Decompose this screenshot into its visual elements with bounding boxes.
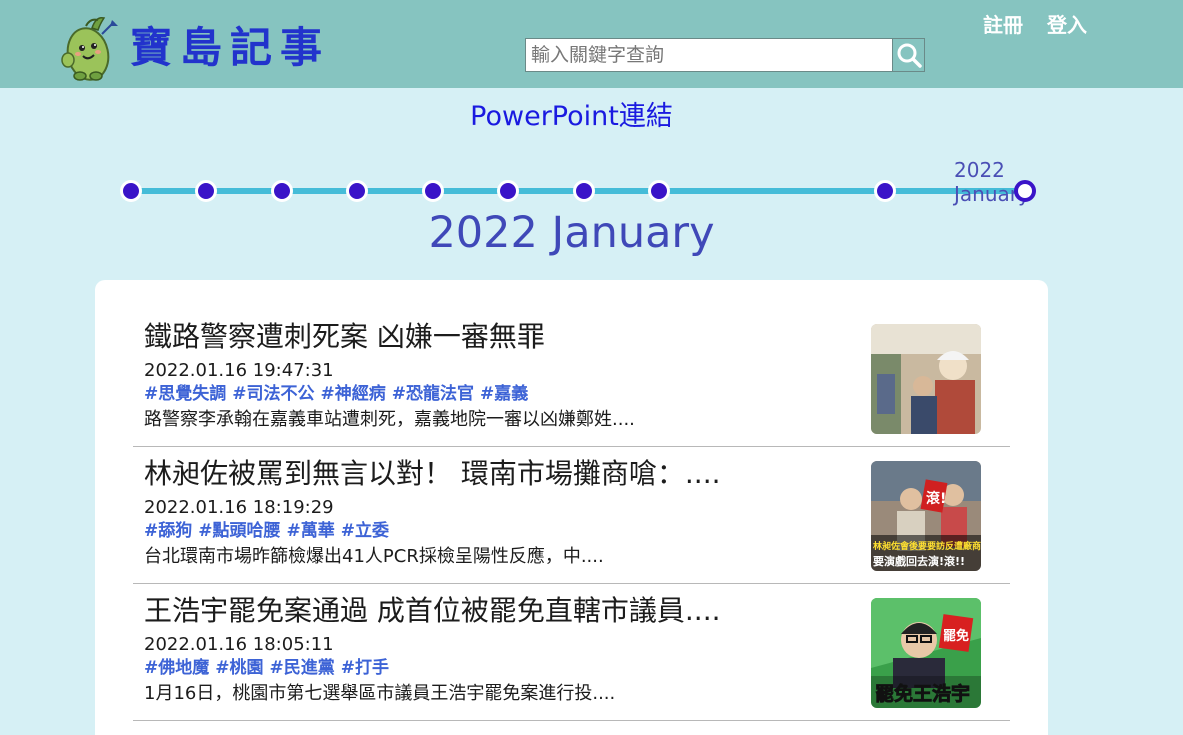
article-excerpt: 台北環南市場昨篩檢爆出41人PCR採檢呈陽性反應，中.... (144, 546, 604, 567)
article-title[interactable]: 王浩宇罷免案通過 成首位被罷免直轄市議員.... (144, 592, 721, 630)
thumb-caption-text: 林昶佐會後要要訪反遭廠商嗆: (873, 540, 981, 552)
timeline-dot[interactable] (422, 180, 444, 202)
timeline-dot[interactable] (874, 180, 896, 202)
register-link[interactable]: 註冊 (983, 10, 1023, 40)
timeline-dot[interactable] (648, 180, 670, 202)
search-button[interactable] (892, 39, 924, 71)
article-thumbnail[interactable]: 罷免 罷免王浩宇 (871, 598, 981, 708)
article-tag[interactable]: #嘉義 (480, 384, 528, 404)
thumb-stamp-text: 罷免 (943, 628, 969, 644)
article-item[interactable]: 鐵路警察遭刺死案 凶嫌一審無罪 2022.01.16 19:47:31 #思覺失… (133, 310, 1010, 447)
article-item[interactable]: 王浩宇罷免案通過 成首位被罷免直轄市議員.... 2022.01.16 18:0… (133, 584, 1010, 721)
timeline-dot[interactable] (271, 180, 293, 202)
article-tag[interactable]: #萬華 (287, 521, 335, 541)
timeline-dot-active[interactable] (1014, 180, 1036, 202)
article-tag[interactable]: #佛地魔 (144, 658, 209, 678)
article-tag[interactable]: #恐龍法官 (392, 384, 474, 404)
search-icon (897, 43, 922, 68)
thumb-stamp-text: 滾! (926, 490, 946, 507)
article-tags: #佛地魔 #桃園 #民進黨 #打手 (144, 657, 395, 679)
article-tag[interactable]: #立委 (341, 521, 389, 541)
article-title[interactable]: 鐵路警察遭刺死案 凶嫌一審無罪 (144, 318, 545, 356)
article-date: 2022.01.16 18:05:11 (144, 634, 334, 655)
search-input[interactable] (526, 39, 892, 71)
search-bar (525, 38, 925, 72)
article-tag[interactable]: #桃園 (215, 658, 263, 678)
timeline-dot[interactable] (346, 180, 368, 202)
month-heading: 2022 January (428, 208, 715, 258)
article-excerpt: 路警察李承翰在嘉義車站遭刺死，嘉義地院一審以凶嫌鄭姓.... (144, 409, 635, 430)
article-title[interactable]: 林昶佐被罵到無言以對！ 環南市場攤商嗆：.... (144, 455, 721, 493)
site-header: 寶島記事 註冊 登入 (0, 0, 1183, 88)
article-item[interactable]: 林昶佐被罵到無言以對！ 環南市場攤商嗆：.... 2022.01.16 18:1… (133, 447, 1010, 584)
article-tag[interactable]: #打手 (341, 658, 389, 678)
article-thumbnail[interactable] (871, 324, 981, 434)
timeline-dot[interactable] (120, 180, 142, 202)
article-tag[interactable]: #司法不公 (232, 384, 314, 404)
timeline: 2022 January (120, 158, 1050, 208)
timeline-dot[interactable] (497, 180, 519, 202)
article-tag[interactable]: #民進黨 (270, 658, 335, 678)
logo-mascot-icon[interactable] (52, 14, 122, 82)
article-excerpt: 1月16日，桃園市第七選舉區市議員王浩宇罷免案進行投.... (144, 683, 616, 704)
login-link[interactable]: 登入 (1047, 10, 1087, 40)
article-tag[interactable]: #點頭哈腰 (198, 521, 280, 541)
article-tags: #思覺失調 #司法不公 #神經病 #恐龍法官 #嘉義 (144, 383, 534, 405)
article-tag[interactable]: #神經病 (321, 384, 386, 404)
timeline-active-label: 2022 January (954, 158, 1030, 206)
article-tag[interactable]: #舔狗 (144, 521, 192, 541)
article-date: 2022.01.16 18:19:29 (144, 497, 334, 518)
thumb-caption-text: 罷免王浩宇 (875, 682, 970, 705)
thumb-caption-text: 要演戲回去演!滾!! (873, 554, 965, 568)
article-tags: #舔狗 #點頭哈腰 #萬華 #立委 (144, 520, 395, 542)
article-tag[interactable]: #思覺失調 (144, 384, 226, 404)
site-brand-title[interactable]: 寶島記事 (130, 20, 330, 76)
article-thumbnail[interactable]: 滾! 林昶佐會後要要訪反遭廠商嗆: 要演戲回去演!滾!! (871, 461, 981, 571)
article-date: 2022.01.16 19:47:31 (144, 360, 334, 381)
powerpoint-link[interactable]: PowerPoint連結 (0, 98, 1143, 136)
timeline-dot[interactable] (573, 180, 595, 202)
article-list-card: 鐵路警察遭刺死案 凶嫌一審無罪 2022.01.16 19:47:31 #思覺失… (95, 280, 1048, 735)
timeline-dot[interactable] (195, 180, 217, 202)
